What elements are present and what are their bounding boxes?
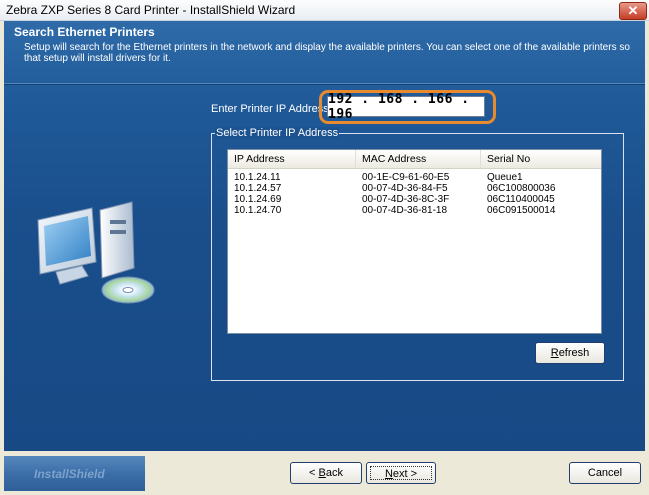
header-divider-shadow <box>4 84 645 85</box>
cell-ip: 10.1.24.70 <box>234 205 282 216</box>
group-box-label: Select Printer IP Address <box>215 127 340 139</box>
column-header-serial[interactable]: Serial No <box>481 150 601 168</box>
column-header-mac[interactable]: MAC Address <box>356 150 481 168</box>
printer-list[interactable]: IP Address MAC Address Serial No 10.1.24… <box>227 149 602 334</box>
back-button[interactable]: < Back <box>290 462 362 484</box>
refresh-label: efresh <box>558 347 590 359</box>
back-prefix: < <box>309 467 319 479</box>
page-title: Search Ethernet Printers <box>14 25 155 39</box>
list-row[interactable]: 10.1.24.11 00-1E-C9-61-60-E5 Queue1 <box>228 172 601 183</box>
title-bar: Zebra ZXP Series 8 Card Printer - Instal… <box>0 0 649 21</box>
cell-ip: 10.1.24.69 <box>234 194 282 205</box>
cell-mac: 00-07-4D-36-8C-3F <box>362 194 450 205</box>
next-focus-ring: Next > <box>370 466 432 480</box>
cell-serial: Queue1 <box>487 172 523 183</box>
next-label: ext > <box>392 468 418 480</box>
computer-cd-icon <box>37 201 155 304</box>
cell-serial: 06C100800036 <box>487 183 556 194</box>
refresh-mnemonic: R <box>550 347 559 359</box>
list-body: 10.1.24.11 00-1E-C9-61-60-E5 Queue1 10.1… <box>228 169 601 216</box>
cell-serial: 06C110400045 <box>487 194 555 205</box>
cell-ip: 10.1.24.57 <box>234 183 282 194</box>
cell-mac: 00-07-4D-36-84-F5 <box>362 183 448 194</box>
cancel-button[interactable]: Cancel <box>569 462 641 484</box>
installshield-logo: InstallShield <box>34 467 105 481</box>
cell-mac: 00-07-4D-36-81-18 <box>362 205 448 216</box>
refresh-button[interactable]: Refresh <box>535 342 605 364</box>
list-row[interactable]: 10.1.24.69 00-07-4D-36-8C-3F 06C11040004… <box>228 194 601 205</box>
close-button[interactable]: ✕ <box>619 2 647 20</box>
list-row[interactable]: 10.1.24.70 00-07-4D-36-81-18 06C09150001… <box>228 205 601 216</box>
next-button[interactable]: Next > <box>366 462 436 484</box>
cell-serial: 06C091500014 <box>487 205 556 216</box>
next-mnemonic: N <box>384 468 393 480</box>
cell-ip: 10.1.24.11 <box>234 172 281 183</box>
window-title: Zebra ZXP Series 8 Card Printer - Instal… <box>6 3 296 17</box>
ip-address-input[interactable]: 192 . 168 . 166 . 196 <box>327 92 485 122</box>
ip-address-label: Enter Printer IP Address <box>211 103 329 115</box>
back-label: ack <box>325 467 343 479</box>
list-row[interactable]: 10.1.24.57 00-07-4D-36-84-F5 06C10080003… <box>228 183 601 194</box>
page-description: Setup will search for the Ethernet print… <box>24 42 630 64</box>
back-mnemonic: B <box>318 467 326 479</box>
list-header: IP Address MAC Address Serial No <box>228 150 601 169</box>
ip-address-value: 192 . 168 . 166 . 196 <box>328 91 470 122</box>
close-icon: ✕ <box>627 3 639 18</box>
column-header-ip[interactable]: IP Address <box>228 150 356 168</box>
installshield-window: Zebra ZXP Series 8 Card Printer - Instal… <box>0 0 649 495</box>
cell-mac: 00-1E-C9-61-60-E5 <box>362 172 450 183</box>
